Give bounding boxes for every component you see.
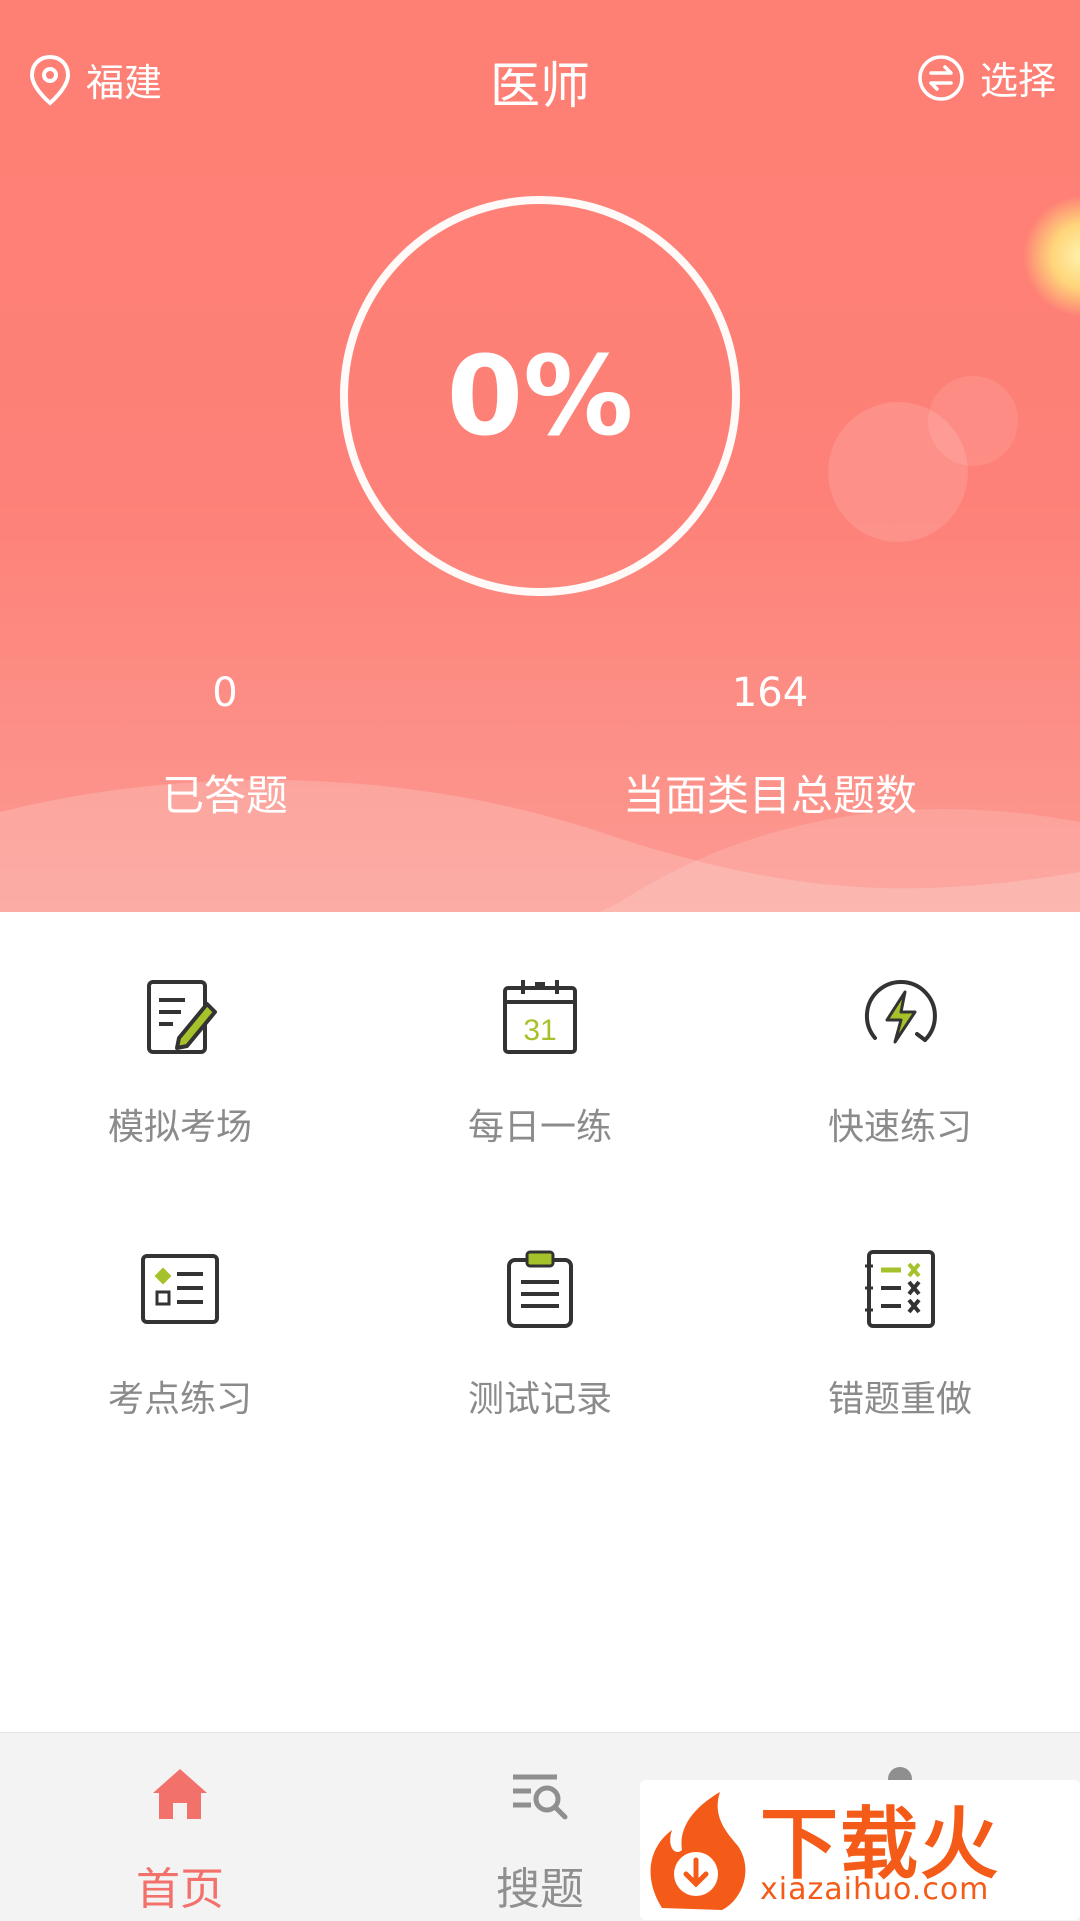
tab-label: 首页 bbox=[136, 1864, 224, 1915]
progress-percent: 0% bbox=[446, 332, 634, 460]
feature-label: 测试记录 bbox=[467, 1379, 612, 1420]
feature-quick-practice[interactable]: 快速练习 bbox=[720, 912, 1080, 1172]
total-label: 当面类目总题数 bbox=[622, 771, 917, 820]
select-button[interactable]: 选择 bbox=[916, 50, 1056, 105]
feature-label: 考点练习 bbox=[107, 1379, 252, 1420]
wrong-questions-icon bbox=[865, 1250, 935, 1328]
flame-logo-icon bbox=[650, 1792, 746, 1910]
clipboard-icon bbox=[507, 1250, 573, 1328]
answered-stat: 0 已答题 bbox=[110, 670, 340, 823]
progress-ring: 0% bbox=[340, 196, 740, 596]
feature-label: 每日一练 bbox=[467, 1107, 612, 1148]
feature-daily-practice[interactable]: 31 每日一练 bbox=[360, 912, 720, 1172]
watermark-logo: 下载火 xiazaihuo.com bbox=[640, 1780, 1080, 1920]
switch-icon bbox=[918, 54, 964, 101]
home-icon bbox=[153, 1769, 207, 1819]
feature-label: 模拟考场 bbox=[107, 1107, 252, 1148]
feature-label: 错题重做 bbox=[827, 1379, 972, 1420]
feature-mock-exam[interactable]: 模拟考场 bbox=[0, 912, 360, 1172]
answered-count: 0 bbox=[212, 670, 238, 716]
bokeh-decoration bbox=[928, 376, 1018, 466]
feature-key-points[interactable]: 考点练习 bbox=[0, 1184, 360, 1444]
top-bar: 福建 医师 选择 bbox=[0, 0, 1080, 160]
watermark-url: xiazaihuo.com bbox=[760, 1872, 990, 1907]
calendar-icon: 31 bbox=[503, 980, 577, 1054]
tab-home[interactable]: 首页 bbox=[0, 1733, 360, 1921]
sun-decoration bbox=[1024, 196, 1080, 316]
hero-banner: 福建 医师 选择 0% 0 已答题 164 当面类目总题数 bbox=[0, 0, 1080, 912]
lightning-icon bbox=[864, 980, 937, 1044]
feature-label: 快速练习 bbox=[827, 1107, 972, 1148]
select-label: 选择 bbox=[979, 59, 1056, 103]
feature-wrong-questions[interactable]: 错题重做 bbox=[720, 1184, 1080, 1444]
search-list-icon bbox=[513, 1774, 568, 1820]
total-stat: 164 当面类目总题数 bbox=[590, 670, 950, 823]
total-count: 164 bbox=[731, 670, 809, 716]
answered-label: 已答题 bbox=[161, 771, 288, 820]
list-card-icon bbox=[141, 1254, 219, 1324]
calendar-day: 31 bbox=[523, 1014, 556, 1047]
edit-paper-icon bbox=[147, 980, 217, 1054]
feature-test-records[interactable]: 测试记录 bbox=[360, 1184, 720, 1444]
